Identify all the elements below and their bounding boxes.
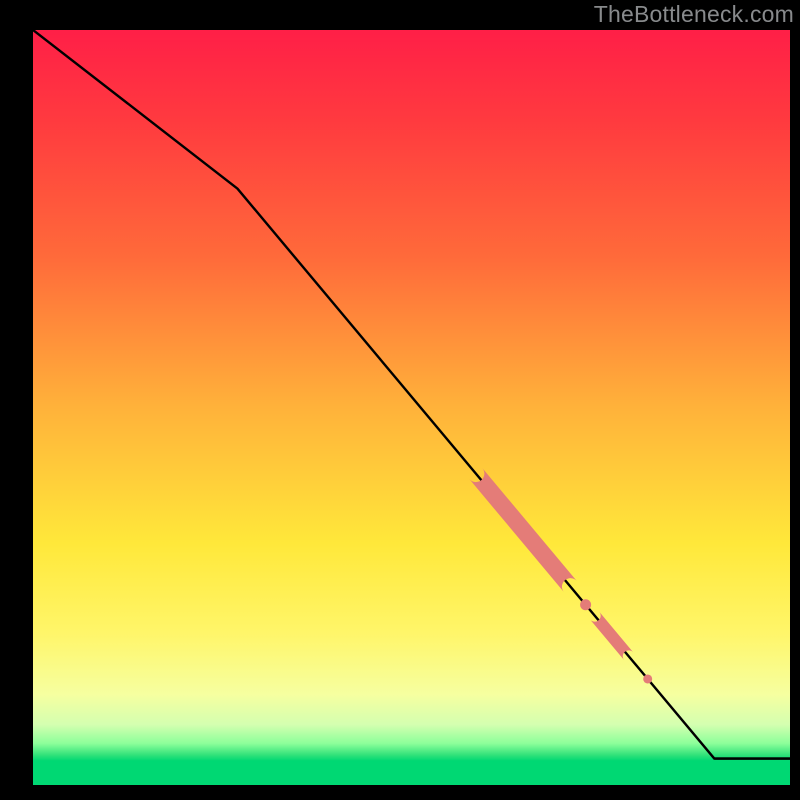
watermark-text: TheBottleneck.com	[594, 0, 794, 28]
stage: TheBottleneck.com	[0, 0, 800, 800]
highlight-dot-2	[643, 674, 652, 683]
bottleneck-curve	[33, 30, 790, 759]
highlight-dot-1	[580, 599, 591, 610]
highlight-segment-1	[469, 468, 577, 592]
chart-overlay	[33, 30, 790, 785]
highlight-group	[469, 468, 652, 683]
plot-area	[33, 30, 790, 785]
